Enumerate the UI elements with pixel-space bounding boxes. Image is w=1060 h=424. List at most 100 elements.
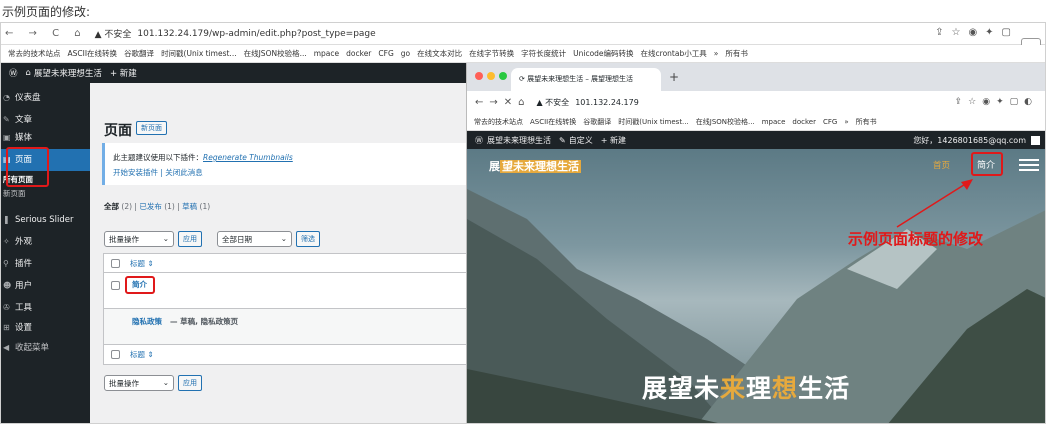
- bookmark-item[interactable]: docker: [346, 49, 371, 58]
- hero-text-gold: 来: [720, 374, 747, 403]
- tab-site[interactable]: ⟳ 展望未来理想生活 – 展望理想生活: [511, 68, 661, 91]
- filter-count: (2): [121, 202, 133, 211]
- front-admin-new[interactable]: + 新建: [601, 135, 626, 146]
- front-address-bar[interactable]: ←→✕⌂ ▲ 不安全 101.132.24.179 ⇪☆◉✦▢◐: [467, 91, 1045, 113]
- bookmark-item[interactable]: »: [714, 49, 719, 58]
- notice-text: 此主题建议使用以下插件：: [113, 153, 203, 162]
- wrench-icon: ✇: [3, 303, 10, 312]
- avatar[interactable]: [1031, 135, 1040, 145]
- front-bookmarks-bar: 常去的技术站点 ASCII在线转换 谷歌翻译 时间戳(Unix timest... 在线…: [467, 113, 1045, 131]
- sidebar-item-posts[interactable]: ✎ 文章: [1, 111, 90, 129]
- nav-icons[interactable]: ← → C ⌂: [5, 28, 87, 39]
- dashboard-icon: ◔: [3, 93, 10, 102]
- row-title-privacy[interactable]: 隐私政策: [132, 316, 162, 327]
- close-window-dot[interactable]: [475, 72, 483, 80]
- bookmark-item[interactable]: ASCII在线转换: [68, 48, 118, 59]
- bulk-action-select-bottom[interactable]: 批量操作 ⌄: [104, 375, 174, 391]
- admin-site-name[interactable]: 展望未来理想生活: [34, 67, 102, 79]
- bookmark-item[interactable]: mpace: [762, 118, 786, 126]
- bookmark-item[interactable]: 所有书: [725, 48, 748, 59]
- page-title: 页面: [104, 123, 132, 139]
- sidebar-item-appearance[interactable]: ✧ 外观: [1, 233, 90, 251]
- url-text[interactable]: 101.132.24.179/wp-admin/edit.php?post_ty…: [137, 29, 375, 39]
- bookmark-item[interactable]: 常去的技术站点: [8, 48, 61, 59]
- notice-plugin-link[interactable]: Regenerate Thumbnails: [203, 153, 293, 162]
- sidebar-collapse[interactable]: ◀ 收起菜单: [1, 339, 90, 357]
- bookmark-item[interactable]: 在线字节转换: [469, 48, 514, 59]
- sidebar-label: 媒体: [15, 133, 33, 143]
- row-meta: — 草稿, 隐私政策页: [170, 317, 239, 326]
- front-url-text[interactable]: 101.132.24.179: [575, 98, 639, 107]
- sidebar-label: 外观: [15, 237, 33, 247]
- bookmark-item[interactable]: docker: [792, 118, 816, 126]
- bookmark-item[interactable]: 谷歌翻译: [124, 48, 154, 59]
- bookmark-item[interactable]: 在线crontab小工具: [641, 48, 707, 59]
- sidebar-sub-new-page[interactable]: 新页面: [1, 185, 90, 203]
- column-title-sort[interactable]: 标题 ⇕: [130, 258, 154, 269]
- bookmark-item[interactable]: 谷歌翻译: [583, 117, 611, 127]
- loading-icon: ⟳: [519, 75, 528, 83]
- tab-strip: ⟳ 展望未来理想生活 – 展望理想生活 +: [467, 63, 1045, 91]
- pin-icon: ✎: [3, 115, 10, 124]
- wp-admin-bar: Ⓦ ⌂ 展望未来理想生活 + 新建: [1, 63, 467, 83]
- apply-button[interactable]: 应用: [178, 231, 202, 247]
- filter-published[interactable]: 已发布: [139, 202, 162, 211]
- bookmark-item[interactable]: 时间戳(Unix timest...: [161, 48, 237, 59]
- select-all-checkbox-footer[interactable]: [111, 350, 120, 359]
- sidebar-item-serious-slider[interactable]: ❚ Serious Slider: [1, 211, 90, 229]
- sidebar-item-plugins[interactable]: ⚲ 插件: [1, 255, 90, 273]
- maximize-window-dot[interactable]: [499, 72, 507, 80]
- bookmark-item[interactable]: 所有书: [856, 117, 877, 127]
- front-admin-customize[interactable]: 自定义: [569, 135, 593, 146]
- new-tab-icon[interactable]: +: [669, 70, 679, 84]
- select-all-checkbox[interactable]: [111, 259, 120, 268]
- bookmark-item[interactable]: Unicode编码转换: [573, 48, 633, 59]
- minimize-window-dot[interactable]: [487, 72, 495, 80]
- bookmark-item[interactable]: ASCII在线转换: [530, 117, 576, 127]
- column-title-sort-footer[interactable]: 标题 ⇕: [130, 349, 154, 360]
- caption: 示例页面的修改:: [2, 5, 91, 19]
- sidebar-item-tools[interactable]: ✇ 工具: [1, 299, 90, 317]
- front-nav-icons[interactable]: ←→✕⌂: [475, 97, 530, 108]
- bookmark-item[interactable]: 常去的技术站点: [474, 117, 523, 127]
- filter-button[interactable]: 筛选: [296, 231, 320, 247]
- wordpress-icon[interactable]: Ⓦ: [9, 67, 18, 79]
- bookmarks-bar: 常去的技术站点 ASCII在线转换 谷歌翻译 时间戳(Unix timest... 在线…: [1, 45, 1045, 63]
- bookmark-item[interactable]: 在线文本对比: [417, 48, 462, 59]
- bookmark-item[interactable]: 时间戳(Unix timest...: [618, 117, 689, 127]
- date-filter-select[interactable]: 全部日期 ⌄: [217, 231, 292, 247]
- bookmark-item[interactable]: CFG: [378, 49, 393, 58]
- admin-new[interactable]: + 新建: [110, 67, 137, 79]
- bookmark-item[interactable]: 在线JSON校验格...: [244, 48, 307, 59]
- sidebar-item-dashboard[interactable]: ◔ 仪表盘: [1, 89, 90, 107]
- sidebar-item-settings[interactable]: ⊞ 设置: [1, 319, 90, 337]
- front-admin-site[interactable]: 展望未来理想生活: [487, 135, 551, 146]
- hero-text-gold: 想: [772, 374, 799, 403]
- bookmark-item[interactable]: go: [401, 49, 410, 58]
- hero-title: 展望未来理想生活: [642, 369, 850, 405]
- filter-draft[interactable]: 草稿: [182, 202, 197, 211]
- add-new-page-button[interactable]: 新页面: [136, 121, 167, 135]
- annotation-text: 示例页面标题的修改: [848, 230, 984, 248]
- select-value: 批量操作: [109, 379, 139, 388]
- bookmark-item[interactable]: 在线JSON校验格...: [696, 117, 755, 127]
- row-checkbox[interactable]: [111, 281, 120, 290]
- front-admin-user[interactable]: 您好，1426801685@qq.com: [913, 135, 1026, 146]
- sidebar-item-users[interactable]: ☻ 用户: [1, 277, 90, 295]
- sidebar-item-media[interactable]: ▣ 媒体: [1, 129, 90, 147]
- tab-title: 展望未来理想生活 – 展望理想生活: [527, 75, 634, 83]
- bookmark-item[interactable]: »: [844, 118, 848, 126]
- toolbar-icons[interactable]: ⇪☆◉✦▢: [935, 27, 1019, 38]
- notice-links[interactable]: 开始安装插件 | 关闭此消息: [113, 168, 203, 177]
- bookmark-item[interactable]: CFG: [823, 118, 837, 126]
- bookmark-item[interactable]: mpace: [314, 49, 339, 58]
- filter-count: (1): [199, 202, 211, 211]
- bookmark-item[interactable]: 字符长度统计: [521, 48, 566, 59]
- filter-all[interactable]: 全部: [104, 202, 119, 211]
- wordpress-icon[interactable]: Ⓦ: [475, 135, 483, 146]
- address-bar[interactable]: ← → C ⌂ ▲ 不安全 101.132.24.179/wp-admin/ed…: [1, 23, 1045, 45]
- apply-button-bottom[interactable]: 应用: [178, 375, 202, 391]
- front-toolbar-icons[interactable]: ⇪☆◉✦▢◐: [955, 97, 1038, 107]
- bulk-action-select[interactable]: 批量操作 ⌄: [104, 231, 174, 247]
- select-value: 全部日期: [222, 235, 252, 244]
